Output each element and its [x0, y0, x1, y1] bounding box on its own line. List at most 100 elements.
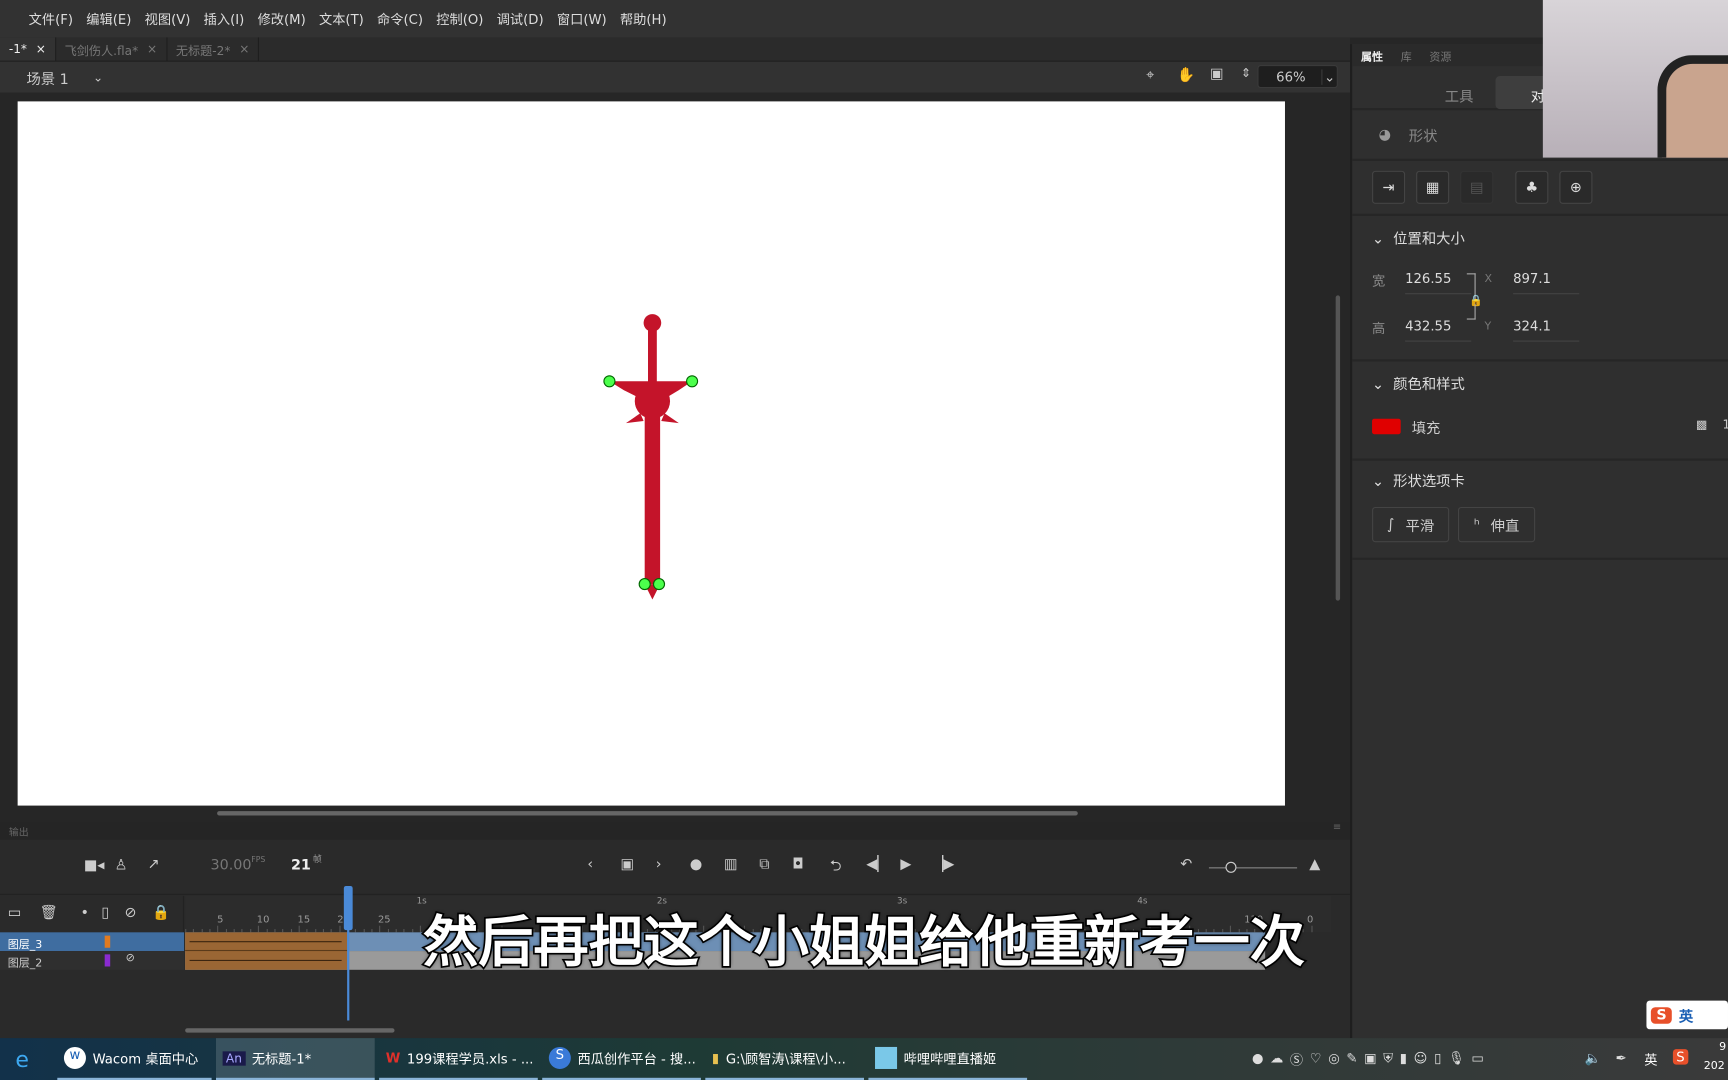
usb-icon[interactable]: ▯ — [1434, 1050, 1441, 1069]
play-icon[interactable]: ▶ — [900, 856, 911, 873]
clock[interactable]: 9 — [1719, 1041, 1726, 1053]
menu-commands[interactable]: 命令(C) — [377, 9, 423, 28]
menu-file[interactable]: 文件(F) — [29, 9, 73, 28]
step-back-icon[interactable]: ◀▏ — [866, 856, 888, 873]
next-keyframe-icon[interactable]: › — [656, 856, 662, 873]
frame-icon[interactable]: ◘ — [792, 856, 803, 873]
prev-keyframe-icon[interactable]: ‹ — [587, 856, 593, 873]
panel-menu-icon[interactable]: ≡ — [1333, 822, 1341, 833]
current-frame[interactable]: 21 — [291, 857, 311, 874]
tab-assets[interactable]: 资源 — [1421, 44, 1461, 66]
alpha-value[interactable]: 1 — [1722, 418, 1728, 432]
convert-symbol-icon[interactable]: ♣ — [1515, 170, 1549, 204]
slider-thumb[interactable] — [1225, 861, 1237, 873]
width-field[interactable]: 126.55 — [1405, 271, 1472, 295]
taskbar-item[interactable]: w Wacom 桌面中心 — [57, 1038, 212, 1080]
stage-canvas[interactable] — [17, 101, 1285, 806]
eye-icon[interactable]: ⊘ — [125, 905, 137, 922]
layer-row[interactable]: 图层_2 ⊘ — [0, 951, 185, 970]
layer-row[interactable]: 图层_3 — [0, 932, 185, 952]
taskbar-item[interactable]: ▮ G:\顾智涛\课程\小... — [705, 1038, 864, 1080]
onion-skin-icon[interactable]: ● — [690, 856, 703, 873]
playhead-handle[interactable] — [343, 886, 353, 931]
camera-icon[interactable]: ■◂ — [84, 857, 105, 874]
menu-debug[interactable]: 调试(D) — [497, 9, 544, 28]
rotate-hand-icon[interactable]: ✋ — [1177, 67, 1195, 84]
hidden-eye-icon[interactable]: ⊘ — [126, 952, 135, 964]
menu-window[interactable]: 窗口(W) — [557, 9, 607, 28]
mountains-icon[interactable]: ▲ — [1309, 856, 1320, 873]
taskbar-item[interactable]: An 无标题-1* — [215, 1038, 375, 1080]
horizontal-scrollbar[interactable] — [217, 811, 1078, 816]
y-field[interactable]: 324.1 — [1513, 318, 1580, 342]
menu-insert[interactable]: 插入(I) — [204, 9, 245, 28]
tray-icon[interactable]: ◎ — [1328, 1050, 1340, 1069]
ime-indicator[interactable]: 英 — [1644, 1050, 1657, 1069]
mic-icon[interactable]: 🎙 — [1448, 1050, 1465, 1069]
tray-icon[interactable]: ✎ — [1346, 1050, 1357, 1069]
doc-tab[interactable]: 无标题-2* × — [167, 37, 260, 61]
taskbar-item[interactable]: 哔哩哔哩直播姬 — [868, 1038, 1028, 1080]
tray-icon[interactable]: ▮ — [1400, 1050, 1407, 1069]
layer-color[interactable] — [104, 954, 111, 967]
layer-name[interactable]: 图层_2 — [8, 953, 43, 970]
undo-icon[interactable]: ↶ — [1180, 856, 1192, 873]
taskbar-item[interactable]: S 西瓜创作平台 - 搜... — [542, 1038, 701, 1080]
menu-modify[interactable]: 修改(M) — [258, 9, 306, 28]
layer-color[interactable] — [104, 935, 111, 948]
section-shape-options[interactable]: ⌄ 形状选项卡 — [1372, 469, 1465, 491]
section-position-size[interactable]: ⌄ 位置和大小 — [1372, 227, 1465, 248]
menu-edit[interactable]: 编辑(E) — [86, 9, 131, 28]
center-stage-icon[interactable]: ⌖ — [1146, 67, 1154, 84]
shield-icon[interactable]: ⛨ — [1383, 1050, 1393, 1069]
doc-tab[interactable]: 飞剑伤人.fla* × — [56, 37, 168, 61]
outline-icon[interactable]: ▯ — [101, 905, 109, 922]
timeline-zoom-slider[interactable] — [1208, 867, 1298, 869]
ie-icon[interactable]: e — [15, 1046, 29, 1072]
frame-ruler[interactable]: 1s 2s 3s 4s 5 10 15 20 25 130 0 — [185, 895, 1332, 933]
pen-icon[interactable]: ✒ — [1616, 1050, 1627, 1065]
taskbar-item[interactable]: W 199课程学员.xls - ... — [379, 1038, 538, 1080]
tray-icon[interactable]: ☺ — [1414, 1050, 1428, 1069]
motion-tween-span[interactable] — [185, 932, 348, 970]
system-tray[interactable]: ● ☁ Ⓢ ♡ ◎ ✎ ▣ ⛨ ▮ ☺ ▯ 🎙 ▭ — [1252, 1050, 1484, 1069]
output-tab[interactable]: 输出 — [9, 828, 29, 839]
tray-icon[interactable]: Ⓢ — [1290, 1050, 1303, 1069]
add-symbol-icon[interactable]: ⊕ — [1559, 170, 1593, 204]
network-icon[interactable]: ▭ — [1471, 1050, 1484, 1069]
tray-icon[interactable]: ▣ — [1364, 1050, 1377, 1069]
fill-color-swatch[interactable] — [1372, 418, 1401, 435]
tab-library[interactable]: 库 — [1392, 44, 1421, 66]
timeline-scrollbar[interactable] — [185, 1028, 395, 1033]
lock-icon[interactable]: 🔒 — [152, 905, 170, 922]
group-icon[interactable]: ▦ — [1416, 170, 1450, 204]
close-icon[interactable]: × — [36, 42, 46, 56]
zoom-stepper-icon[interactable]: ⇕ — [1241, 66, 1251, 80]
close-icon[interactable]: × — [147, 42, 157, 56]
edit-multiple-frames-icon[interactable]: ▥ — [724, 856, 738, 873]
menu-text[interactable]: 文本(T) — [319, 9, 364, 28]
trash-icon[interactable]: 🗑 — [40, 905, 58, 922]
menu-view[interactable]: 视图(V) — [145, 9, 191, 28]
clip-stage-icon[interactable]: ▣ — [1210, 66, 1224, 83]
layer-name[interactable]: 图层_3 — [8, 935, 43, 951]
folder-icon[interactable]: ▭ — [8, 905, 22, 922]
loop-icon[interactable]: ⮌ — [830, 856, 841, 880]
x-field[interactable]: 897.1 — [1513, 271, 1580, 295]
ime-mode[interactable]: 英 — [1679, 1005, 1693, 1026]
sogou-icon[interactable]: S — [1672, 1049, 1688, 1065]
fps-value[interactable]: 30.00 — [210, 857, 251, 874]
tray-icon[interactable]: ♡ — [1310, 1050, 1322, 1069]
section-color-style[interactable]: ⌄ 颜色和样式 — [1372, 372, 1465, 394]
tab-properties[interactable]: 属性 — [1352, 44, 1392, 66]
straighten-button[interactable]: ʰ 伸直 — [1457, 506, 1536, 543]
volume-icon[interactable]: 🔈 — [1585, 1050, 1601, 1065]
align-icon[interactable]: ⇥ — [1372, 170, 1406, 204]
ime-toolbar[interactable]: S英 — [1646, 1000, 1728, 1030]
chevron-down-icon[interactable]: ⌄ — [93, 70, 103, 84]
height-field[interactable]: 432.55 — [1405, 318, 1472, 342]
vertical-scrollbar[interactable] — [1335, 295, 1341, 601]
create-tween-icon[interactable]: ⧉ — [759, 856, 769, 873]
tray-icon[interactable]: ☁ — [1270, 1050, 1283, 1069]
close-icon[interactable]: × — [239, 42, 249, 56]
